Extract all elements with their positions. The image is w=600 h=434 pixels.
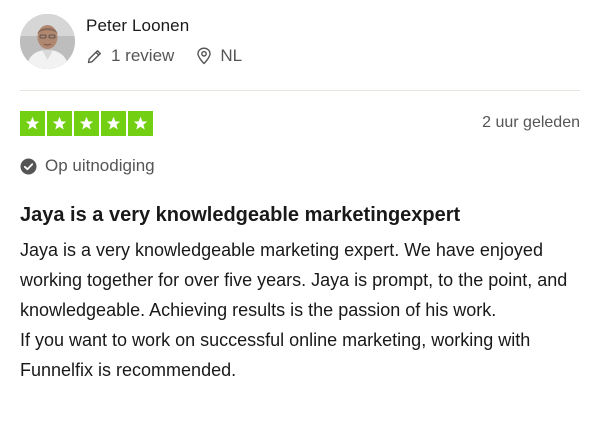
- country-code: NL: [220, 46, 243, 65]
- divider: [20, 90, 580, 91]
- star-rating: [20, 111, 153, 136]
- review-title[interactable]: Jaya is a very knowledgeable marketingex…: [20, 204, 460, 227]
- verification-label: Op uitnodiging: [45, 156, 155, 175]
- star-icon: [101, 111, 126, 136]
- star-icon: [47, 111, 72, 136]
- review-date: 2 uur geleden: [482, 114, 580, 131]
- avatar[interactable]: [20, 14, 75, 69]
- star-icon: [128, 111, 153, 136]
- reviewer-meta: 1 review NL: [86, 46, 242, 66]
- reviewer-country: NL: [196, 46, 242, 66]
- review-count: 1 review: [86, 46, 174, 66]
- avatar-photo: [20, 14, 75, 69]
- review-count-text: 1 review: [111, 46, 175, 65]
- reviewer-name[interactable]: Peter Loonen: [86, 16, 189, 36]
- review-body-paragraph: Jaya is a very knowledgeable marketing e…: [20, 240, 568, 320]
- review-body-paragraph: If you want to work on successful online…: [20, 330, 531, 380]
- pencil-icon: [87, 49, 101, 63]
- location-pin-icon: [197, 47, 212, 65]
- star-icon: [74, 111, 99, 136]
- review-body: Jaya is a very knowledgeable marketing e…: [20, 235, 590, 385]
- star-icon: [20, 111, 45, 136]
- check-circle-icon: [20, 158, 37, 174]
- verification-badge[interactable]: Op uitnodiging: [20, 156, 155, 176]
